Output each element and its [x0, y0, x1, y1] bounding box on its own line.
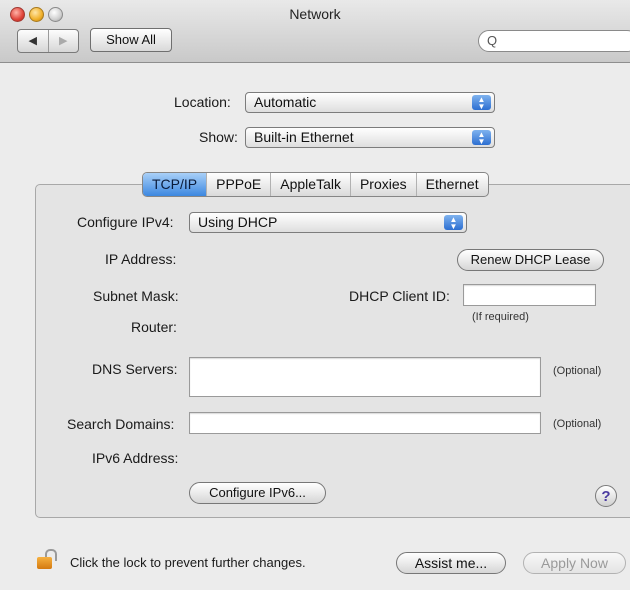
lock-message: Click the lock to prevent further change… — [70, 555, 306, 570]
search-domains-label: Search Domains: — [67, 416, 175, 432]
search-optional-note: (Optional) — [553, 418, 602, 430]
back-arrow-icon[interactable]: ◀ — [18, 30, 48, 52]
search-icon: Q — [487, 33, 498, 48]
configure-ipv6-button[interactable]: Configure IPv6... — [189, 482, 326, 504]
dhcp-client-id-field[interactable] — [463, 284, 596, 306]
tab-appletalk[interactable]: AppleTalk — [270, 173, 350, 196]
dns-servers-field[interactable] — [189, 357, 541, 397]
show-label: Show: — [199, 129, 238, 145]
assist-me-button[interactable]: Assist me... — [396, 552, 506, 574]
ipv6-address-label: IPv6 Address: — [92, 450, 179, 466]
search-domains-field[interactable] — [189, 412, 541, 434]
location-value: Automatic — [254, 94, 317, 110]
popup-arrows-icon: ▲ ▼ — [444, 215, 463, 231]
show-value: Built-in Ethernet — [254, 129, 354, 145]
tab-pppoe[interactable]: PPPoE — [206, 173, 270, 196]
location-label: Location: — [174, 94, 231, 110]
configure-ipv4-popup[interactable]: Using DHCP ▲ ▼ — [189, 212, 467, 233]
ip-address-label: IP Address: — [105, 251, 177, 267]
dns-servers-label: DNS Servers: — [92, 361, 178, 377]
configure-ipv4-label: Configure IPv4: — [77, 214, 174, 230]
dns-optional-note: (Optional) — [553, 365, 602, 377]
subnet-mask-label: Subnet Mask: — [93, 288, 179, 304]
show-popup[interactable]: Built-in Ethernet ▲ ▼ — [245, 127, 495, 148]
router-label: Router: — [131, 319, 177, 335]
renew-dhcp-lease-button[interactable]: Renew DHCP Lease — [457, 249, 604, 271]
dhcp-client-id-label: DHCP Client ID: — [349, 288, 450, 304]
popup-arrows-icon: ▲ ▼ — [472, 130, 491, 146]
network-window: Network ◀ ▶ Show All Q Location: Automat… — [0, 0, 630, 590]
toolbar: Network ◀ ▶ Show All Q — [0, 0, 630, 63]
tab-ethernet[interactable]: Ethernet — [415, 173, 488, 196]
tab-tcpip[interactable]: TCP/IP — [143, 173, 207, 196]
search-field[interactable]: Q — [478, 30, 630, 52]
apply-now-button[interactable]: Apply Now — [523, 552, 626, 574]
popup-arrows-icon: ▲ ▼ — [472, 95, 491, 111]
window-title: Network — [289, 6, 341, 22]
forward-arrow-icon[interactable]: ▶ — [47, 30, 79, 52]
lock-icon[interactable] — [37, 549, 57, 569]
location-popup[interactable]: Automatic ▲ ▼ — [245, 92, 495, 113]
help-icon[interactable]: ? — [595, 485, 617, 507]
tab-proxies[interactable]: Proxies — [349, 173, 416, 196]
configure-ipv4-value: Using DHCP — [198, 214, 278, 230]
if-required-note: (If required) — [472, 311, 529, 323]
show-all-button[interactable]: Show All — [90, 28, 172, 52]
tab-bar: TCP/IP PPPoE AppleTalk Proxies Ethernet — [142, 172, 489, 197]
tab-panel — [35, 184, 630, 518]
back-forward-control: ◀ ▶ — [17, 29, 79, 53]
